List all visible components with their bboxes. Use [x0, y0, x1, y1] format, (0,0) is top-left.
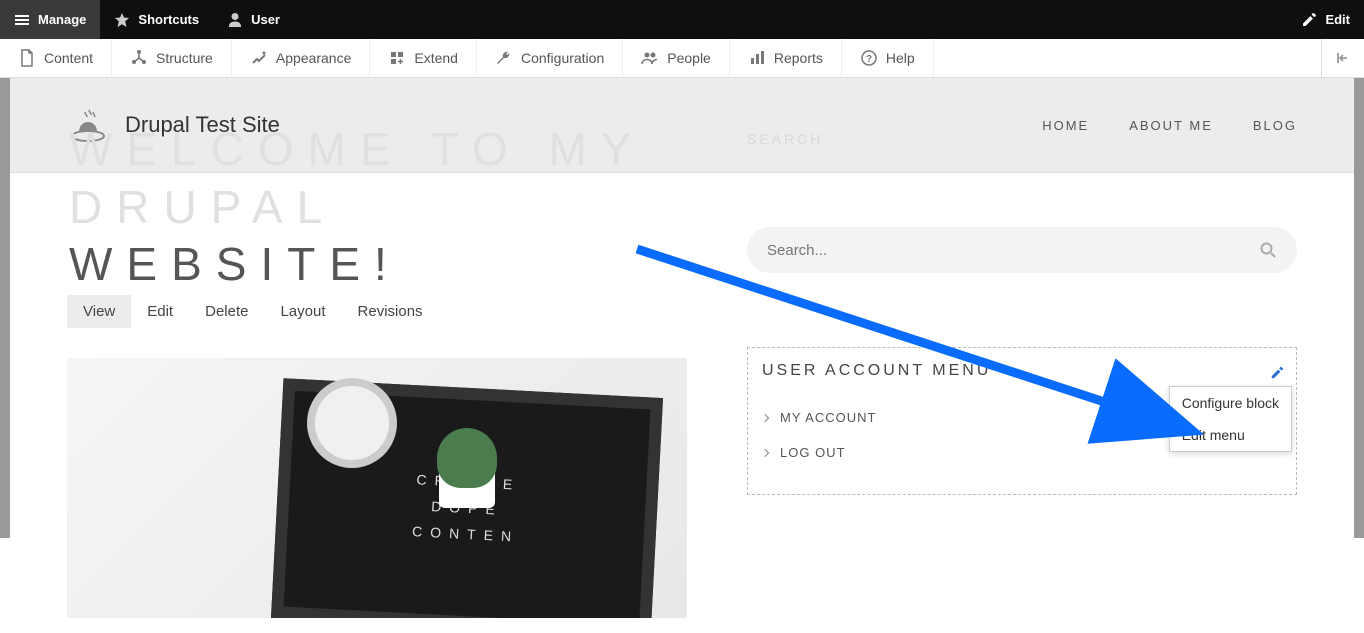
page-title-line2: WEBSITE!: [69, 236, 687, 294]
search-input[interactable]: [767, 242, 1259, 259]
tab-layout[interactable]: Layout: [264, 295, 341, 328]
people-icon: [641, 49, 659, 67]
configuration-link[interactable]: Configuration: [477, 39, 623, 77]
hamburger-icon: [14, 12, 30, 28]
viewport-edge-right: [1354, 78, 1364, 538]
help-label: Help: [886, 50, 915, 66]
user-icon: [227, 12, 243, 28]
content-label: Content: [44, 50, 93, 66]
nav-blog[interactable]: BLOG: [1253, 118, 1297, 133]
extend-icon: [388, 49, 406, 67]
menu-item-label: LOG OUT: [780, 445, 846, 460]
content-link[interactable]: Content: [0, 39, 112, 77]
user-link[interactable]: User: [213, 0, 294, 39]
local-tasks-tabs: View Edit Delete Layout Revisions: [67, 295, 687, 328]
tab-revisions[interactable]: Revisions: [342, 295, 439, 328]
svg-text:?: ?: [866, 54, 872, 65]
configuration-label: Configuration: [521, 50, 604, 66]
extend-link[interactable]: Extend: [370, 39, 477, 77]
sidebar: SEARCH USER ACCOUNT MENU Configure block…: [747, 173, 1297, 618]
block-title: USER ACCOUNT MENU: [762, 362, 1282, 380]
search-box: [747, 227, 1297, 273]
appearance-icon: [250, 49, 268, 67]
people-label: People: [667, 50, 711, 66]
structure-icon: [130, 49, 148, 67]
help-link[interactable]: ? Help: [842, 39, 934, 77]
pencil-icon: [1301, 12, 1317, 28]
search-icon[interactable]: [1259, 241, 1277, 259]
people-link[interactable]: People: [623, 39, 730, 77]
letterboard-line3: CONTEN: [412, 523, 520, 545]
user-label: User: [251, 12, 280, 27]
collapse-icon: [1334, 49, 1352, 67]
shortcuts-link[interactable]: Shortcuts: [100, 0, 213, 39]
admin-toolbar-primary: Manage Shortcuts User Edit: [0, 0, 1364, 39]
context-edit-menu[interactable]: Edit menu: [1170, 419, 1291, 451]
plant-prop: [437, 428, 497, 488]
shortcuts-label: Shortcuts: [138, 12, 199, 27]
tab-view[interactable]: View: [67, 295, 131, 328]
appearance-link[interactable]: Appearance: [232, 39, 371, 77]
wrench-icon: [495, 49, 513, 67]
tab-delete[interactable]: Delete: [189, 295, 264, 328]
admin-toolbar-secondary: Content Structure Appearance Extend Conf…: [0, 39, 1364, 78]
user-account-menu-block: USER ACCOUNT MENU Configure block Edit m…: [747, 347, 1297, 495]
edit-toggle[interactable]: Edit: [1287, 0, 1364, 39]
contextual-edit-trigger[interactable]: [1266, 362, 1288, 384]
help-icon: ?: [860, 49, 878, 67]
cup-prop: [307, 378, 397, 468]
edit-label: Edit: [1325, 12, 1350, 27]
chevron-right-icon: [761, 413, 769, 421]
page-body: WELCOME TO MY DRUPAL WEBSITE! View Edit …: [0, 173, 1364, 633]
hero-image: CREATE DOPE CONTEN: [67, 358, 687, 618]
extend-label: Extend: [414, 50, 458, 66]
appearance-label: Appearance: [276, 50, 352, 66]
manage-label: Manage: [38, 12, 86, 27]
menu-item-label: MY ACCOUNT: [780, 410, 876, 425]
nav-home[interactable]: HOME: [1042, 118, 1089, 133]
toolbar-collapse-button[interactable]: [1321, 39, 1364, 77]
star-icon: [114, 12, 130, 28]
viewport-edge-left: [0, 78, 10, 538]
reports-link[interactable]: Reports: [730, 39, 842, 77]
manage-toggle[interactable]: Manage: [0, 0, 100, 39]
context-configure-block[interactable]: Configure block: [1170, 387, 1291, 419]
file-icon: [18, 49, 36, 67]
structure-label: Structure: [156, 50, 213, 66]
nav-about[interactable]: ABOUT ME: [1129, 118, 1213, 133]
page-title-line1: WELCOME TO MY DRUPAL: [69, 123, 645, 233]
tab-edit[interactable]: Edit: [131, 295, 189, 328]
structure-link[interactable]: Structure: [112, 39, 232, 77]
main-content: WELCOME TO MY DRUPAL WEBSITE! View Edit …: [67, 173, 687, 618]
main-navigation: HOME ABOUT ME BLOG: [1042, 118, 1297, 133]
search-block-title: SEARCH: [747, 131, 823, 147]
page-title: WELCOME TO MY DRUPAL WEBSITE!: [69, 121, 687, 294]
contextual-menu: Configure block Edit menu: [1169, 386, 1292, 452]
reports-icon: [748, 49, 766, 67]
pencil-icon: [1270, 366, 1284, 380]
reports-label: Reports: [774, 50, 823, 66]
chevron-right-icon: [761, 448, 769, 456]
